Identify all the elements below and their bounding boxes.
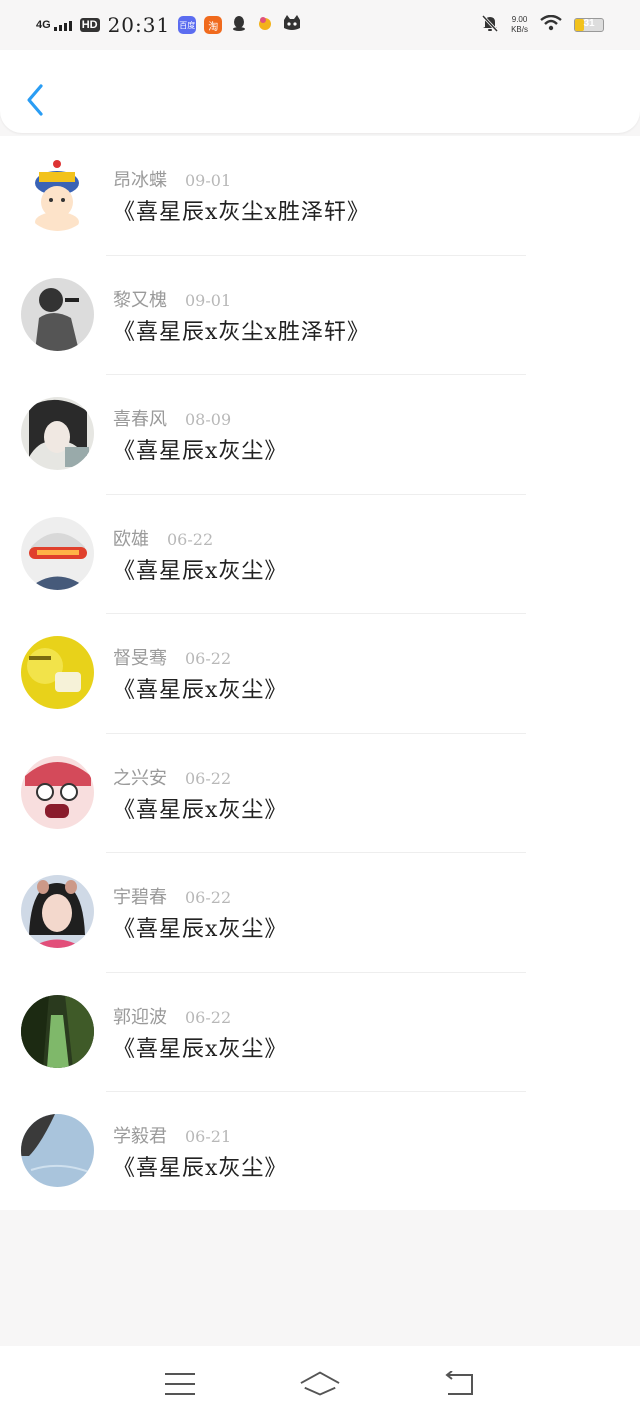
avatar [21, 397, 94, 470]
comment-date: 06-21 [185, 1127, 232, 1146]
avatar [21, 1114, 94, 1187]
list-item[interactable]: 昂冰蝶 09-01 《喜星辰x灰尘x胜泽轩》 [0, 136, 640, 256]
status-time: 20:31 [107, 13, 171, 37]
commenter-name: 宇碧春 [113, 887, 167, 908]
comment-date: 06-22 [185, 768, 232, 788]
commenter-name: 昂冰蝶 [113, 170, 167, 191]
network-speed: 9.00 KB/s [511, 15, 528, 34]
avatar [21, 875, 94, 948]
commenter-name: 郭迎波 [113, 1006, 167, 1028]
cellular-signal-icon: 4G [36, 19, 72, 31]
return-button[interactable] [440, 1364, 480, 1404]
list-item[interactable]: 宇碧春 06-22 《喜星辰x灰尘》 [0, 853, 640, 973]
wifi-icon [540, 14, 562, 35]
comment-date: 09-01 [185, 171, 232, 190]
comment-title: 《喜星辰x灰尘》 [113, 678, 288, 703]
home-icon [300, 1371, 340, 1396]
comment-title: 《喜星辰x灰尘》 [113, 797, 288, 823]
list-item[interactable]: 欧雄 06-22 《喜星辰x灰尘》 [0, 495, 640, 614]
avatar [21, 755, 94, 829]
comment-date: 06-22 [185, 1007, 232, 1027]
comment-title: 《喜星辰x灰尘》 [113, 917, 288, 942]
list-item[interactable]: 喜春风 08-09 《喜星辰x灰尘》 [0, 375, 640, 495]
app-header [0, 50, 640, 133]
list-item[interactable]: 黎又槐 09-01 《喜星辰x灰尘x胜泽轩》 [0, 256, 640, 375]
list-item[interactable]: 郭迎波 06-22 《喜星辰x灰尘》 [0, 973, 640, 1092]
cat-app-icon [282, 14, 302, 36]
chevron-left-icon [27, 84, 43, 116]
comment-title: 《喜星辰x灰尘》 [113, 1036, 288, 1062]
avatar [21, 636, 94, 709]
taobao-app-icon: 淘 [204, 16, 223, 34]
avatar [21, 994, 94, 1068]
system-nav-bar [0, 1346, 640, 1422]
return-icon [445, 1371, 473, 1395]
battery-icon: 31 [574, 18, 604, 32]
comment-date: 06-22 [185, 888, 232, 907]
list-item[interactable]: 之兴安 06-22 《喜星辰x灰尘》 [0, 734, 640, 853]
list-item[interactable]: 学毅君 06-21 《喜星辰x灰尘》 [0, 1092, 640, 1212]
status-bar: 4G HD 20:31 百度 淘 9.00 KB/s 31 [0, 0, 640, 50]
comment-title: 《喜星辰x灰尘》 [113, 558, 288, 584]
comment-date: 08-09 [185, 410, 232, 429]
comment-list: 昂冰蝶 09-01 《喜星辰x灰尘x胜泽轩》 黎又槐 09-01 《喜星辰x灰尘x胜… [0, 136, 640, 1210]
comment-date: 06-22 [167, 529, 214, 549]
network-type: 4G [36, 19, 51, 31]
avatar [21, 158, 94, 231]
list-item[interactable]: 督旻骞 06-22 《喜星辰x灰尘》 [0, 614, 640, 734]
menu-button[interactable] [160, 1364, 200, 1404]
commenter-name: 学毅君 [113, 1126, 167, 1147]
comment-title: 《喜星辰x灰尘》 [113, 1156, 288, 1181]
comment-date: 09-01 [185, 290, 232, 310]
game-app-icon [256, 14, 274, 36]
mute-bell-icon [481, 14, 499, 36]
commenter-name: 督旻骞 [113, 648, 167, 669]
home-button[interactable] [300, 1364, 340, 1404]
back-button[interactable] [20, 80, 50, 120]
avatar [21, 277, 94, 351]
baidu-app-icon: 百度 [178, 16, 197, 34]
hd-badge: HD [79, 18, 100, 32]
commenter-name: 喜春风 [113, 409, 167, 430]
comment-date: 06-22 [185, 649, 232, 668]
avatar [21, 516, 94, 590]
comment-title: 《喜星辰x灰尘x胜泽轩》 [113, 319, 370, 345]
menu-icon [165, 1373, 195, 1395]
commenter-name: 之兴安 [113, 767, 167, 789]
commenter-name: 黎又槐 [113, 289, 167, 311]
comment-title: 《喜星辰x灰尘x胜泽轩》 [113, 200, 370, 225]
qq-icon [230, 14, 248, 36]
commenter-name: 欧雄 [113, 528, 149, 550]
comment-title: 《喜星辰x灰尘》 [113, 439, 288, 464]
